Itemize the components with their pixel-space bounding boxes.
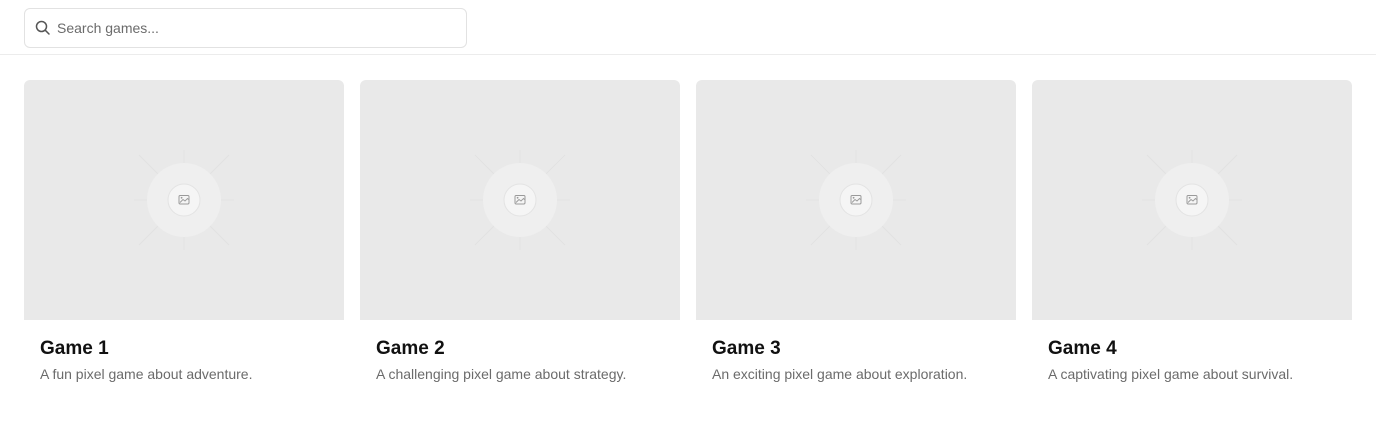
game-card-2[interactable]: Game 2 A challenging pixel game about st… xyxy=(360,80,680,400)
search-icon xyxy=(34,19,52,37)
game-image-placeholder xyxy=(360,80,680,320)
game-card-3[interactable]: Game 3 An exciting pixel game about expl… xyxy=(696,80,1016,400)
game-image-placeholder xyxy=(1032,80,1352,320)
image-placeholder-icon xyxy=(134,150,234,250)
game-card-1[interactable]: Game 1 A fun pixel game about adventure. xyxy=(24,80,344,400)
game-description: A captivating pixel game about survival. xyxy=(1048,366,1294,382)
game-image-placeholder xyxy=(24,80,344,320)
search-input[interactable] xyxy=(57,9,457,47)
game-image-placeholder xyxy=(696,80,1016,320)
game-title[interactable]: Game 3 xyxy=(712,338,781,360)
image-placeholder-icon xyxy=(806,150,906,250)
game-title[interactable]: Game 4 xyxy=(1048,338,1117,360)
top-bar xyxy=(0,0,1376,55)
game-description: A challenging pixel game about strategy. xyxy=(376,366,627,382)
game-description: A fun pixel game about adventure. xyxy=(40,366,253,382)
search-box[interactable] xyxy=(24,8,467,48)
game-card-4[interactable]: Game 4 A captivating pixel game about su… xyxy=(1032,80,1352,400)
image-placeholder-icon xyxy=(470,150,570,250)
game-description: An exciting pixel game about exploration… xyxy=(712,366,968,382)
image-placeholder-icon xyxy=(1142,150,1242,250)
game-title[interactable]: Game 2 xyxy=(376,338,445,360)
game-title[interactable]: Game 1 xyxy=(40,338,109,360)
